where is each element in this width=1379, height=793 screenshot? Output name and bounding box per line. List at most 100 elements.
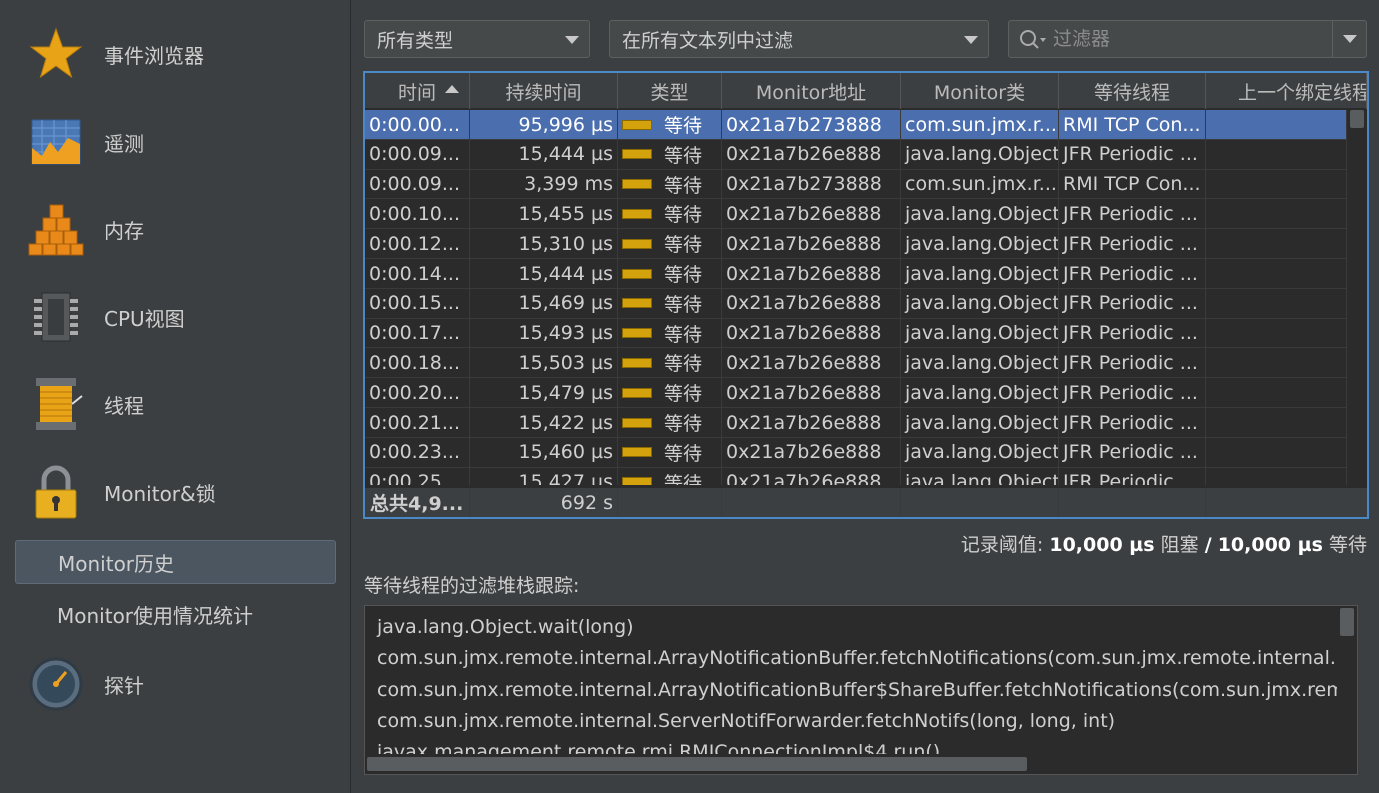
cell-prev bbox=[1206, 378, 1347, 408]
record-threshold: 记录阈值: 10,000 µs 阻塞 / 10,000 µs 等待 bbox=[961, 530, 1367, 557]
column-header-waiting-thread[interactable]: 等待线程 bbox=[1059, 73, 1206, 109]
cell-prev bbox=[1206, 408, 1347, 437]
cell-time: 0:00.23... bbox=[365, 437, 470, 467]
cell-duration: 15,455 µs bbox=[470, 199, 618, 229]
cell-time: 0:00.09... bbox=[365, 169, 470, 199]
nav-item-probes[interactable]: 探针 bbox=[0, 644, 351, 724]
type-color-bar bbox=[622, 238, 652, 249]
stack-trace-line[interactable]: java.lang.Object.wait(long) bbox=[377, 616, 634, 638]
table-row[interactable]: 0:00.14... 15,444 µs 等待 0x21a7b26e888 java.l… bbox=[365, 259, 1347, 289]
cell-thread: JFR Periodic ... bbox=[1059, 318, 1206, 348]
threshold-blocked-label: 阻塞 bbox=[1160, 534, 1199, 556]
cell-time: 0:00.10... bbox=[365, 199, 470, 229]
memory-blocks-icon bbox=[28, 201, 84, 257]
cell-prev bbox=[1206, 467, 1347, 485]
table-row[interactable]: 0:00.18... 15,503 µs 等待 0x21a7b26e888 java.l… bbox=[365, 348, 1347, 379]
sidebar: 事件浏览器 遥测 内存 CPU视图 线程 Monitor&锁 Monitor历史… bbox=[0, 0, 351, 793]
nav-item-label: 遥测 bbox=[104, 131, 144, 156]
column-header-monitor-address[interactable]: Monitor地址 bbox=[722, 73, 901, 109]
cell-time: 0:00.25... bbox=[365, 467, 470, 485]
search-input[interactable] bbox=[1053, 25, 1323, 53]
scrollbar-thumb[interactable] bbox=[367, 757, 1027, 771]
nav-item-telemetry[interactable]: 遥测 bbox=[0, 102, 351, 182]
search-icon bbox=[1019, 29, 1049, 51]
type-label: 等待 bbox=[664, 234, 703, 257]
nav-item-cpu[interactable]: CPU视图 bbox=[0, 277, 351, 357]
nav-item-threads[interactable]: 线程 bbox=[0, 364, 351, 444]
cell-address: 0x21a7b26e888 bbox=[722, 437, 901, 467]
stack-trace-line[interactable]: com.sun.jmx.remote.internal.ServerNotifF… bbox=[377, 710, 1115, 732]
type-filter-dropdown[interactable]: 所有类型 bbox=[364, 20, 590, 58]
cell-address: 0x21a7b273888 bbox=[722, 169, 901, 199]
table-row[interactable]: 0:00.09... 15,444 µs 等待 0x21a7b26e888 java.l… bbox=[365, 139, 1347, 170]
stack-trace-line[interactable]: com.sun.jmx.remote.internal.ArrayNotific… bbox=[377, 647, 1357, 669]
table-row[interactable]: 0:00.10... 15,455 µs 等待 0x21a7b26e888 java.l… bbox=[365, 199, 1347, 230]
chevron-down-icon bbox=[964, 36, 978, 44]
cell-cls: java.lang.Object bbox=[901, 437, 1059, 467]
cell-address: 0x21a7b26e888 bbox=[722, 288, 901, 318]
search-history-dropdown[interactable] bbox=[1332, 21, 1366, 57]
column-header-previous-owner[interactable]: 上一个绑定线程 bbox=[1206, 73, 1367, 109]
nav-item-monitors-locks[interactable]: Monitor&锁 bbox=[0, 452, 351, 532]
cell-address: 0x21a7b26e888 bbox=[722, 348, 901, 378]
text-filter-dropdown[interactable]: 在所有文本列中过滤 bbox=[609, 20, 989, 58]
cell-address: 0x21a7b26e888 bbox=[722, 318, 901, 348]
column-header-time[interactable]: 时间 bbox=[365, 73, 470, 109]
cell-time: 0:00.00... bbox=[365, 110, 470, 139]
cell-cls: java.lang.Object bbox=[901, 229, 1059, 259]
table-row[interactable]: 0:00.09... 3,399 ms 等待 0x21a7b273888 com.sun… bbox=[365, 169, 1347, 200]
star-icon bbox=[28, 26, 84, 82]
stack-trace-line[interactable]: com.sun.jmx.remote.internal.ArrayNotific… bbox=[377, 679, 1357, 701]
type-label: 等待 bbox=[664, 144, 703, 167]
type-label: 等待 bbox=[664, 174, 703, 197]
footer-duration: 692 s bbox=[470, 488, 618, 517]
scrollbar-thumb[interactable] bbox=[1350, 110, 1364, 128]
nav-item-memory[interactable]: 内存 bbox=[0, 189, 351, 269]
table-row[interactable]: 0:00.00... 95,996 µs 等待 0x21a7b273888 com.su… bbox=[365, 110, 1347, 140]
table-row[interactable]: 0:00.21... 15,422 µs 等待 0x21a7b26e888 java.l… bbox=[365, 408, 1347, 438]
nav-item-label: Monitor&锁 bbox=[104, 481, 216, 506]
type-filter-value: 所有类型 bbox=[377, 29, 454, 52]
column-header-type[interactable]: 类型 bbox=[618, 73, 722, 109]
sub-item-monitor-history[interactable]: Monitor历史 bbox=[15, 540, 336, 584]
sub-item-monitor-usage-stats[interactable]: Monitor使用情况统计 bbox=[15, 592, 336, 636]
nav-item-event-browser[interactable]: 事件浏览器 bbox=[0, 14, 351, 94]
type-label: 等待 bbox=[664, 204, 703, 227]
cell-thread: JFR Periodic ... bbox=[1059, 348, 1206, 378]
footer-cell bbox=[901, 488, 1059, 517]
lock-icon bbox=[28, 464, 84, 520]
table-row[interactable]: 0:00.17... 15,493 µs 等待 0x21a7b26e888 java.l… bbox=[365, 318, 1347, 349]
table-row[interactable]: 0:00.15... 15,469 µs 等待 0x21a7b26e888 java.l… bbox=[365, 288, 1347, 319]
cell-prev bbox=[1206, 318, 1347, 348]
stack-horizontal-scrollbar[interactable] bbox=[365, 754, 1339, 774]
cell-type: 等待 bbox=[618, 318, 722, 348]
cell-prev bbox=[1206, 348, 1347, 378]
cell-prev bbox=[1206, 169, 1347, 199]
telemetry-chart-icon bbox=[28, 114, 84, 170]
scrollbar-thumb[interactable] bbox=[1340, 608, 1354, 636]
cell-duration: 15,479 µs bbox=[470, 378, 618, 408]
table-row[interactable]: 0:00.20... 15,479 µs 等待 0x21a7b26e888 java.l… bbox=[365, 378, 1347, 408]
nav-item-label: 事件浏览器 bbox=[104, 43, 204, 68]
type-color-bar bbox=[622, 208, 652, 219]
cell-address: 0x21a7b26e888 bbox=[722, 139, 901, 169]
table-row[interactable]: 0:00.12... 15,310 µs 等待 0x21a7b26e888 java.l… bbox=[365, 229, 1347, 259]
cell-thread: JFR Periodic ... bbox=[1059, 467, 1206, 485]
column-header-monitor-class[interactable]: Monitor类 bbox=[901, 73, 1059, 109]
cell-duration: 15,422 µs bbox=[470, 408, 618, 437]
search-box[interactable] bbox=[1008, 20, 1367, 58]
table-vertical-scrollbar[interactable] bbox=[1347, 110, 1367, 485]
stack-vertical-scrollbar[interactable] bbox=[1337, 606, 1357, 754]
type-label: 等待 bbox=[664, 293, 703, 316]
cell-time: 0:00.20... bbox=[365, 378, 470, 408]
type-label: 等待 bbox=[664, 472, 703, 485]
cell-type: 等待 bbox=[618, 229, 722, 259]
footer-cell bbox=[618, 488, 722, 517]
table-row[interactable]: 0:00.25... 15,427 µs 等待 0x21a7b26e888 java.l… bbox=[365, 467, 1347, 485]
table-row[interactable]: 0:00.23... 15,460 µs 等待 0x21a7b26e888 java.l… bbox=[365, 437, 1347, 468]
chevron-down-icon bbox=[565, 36, 579, 44]
column-header-duration[interactable]: 持续时间 bbox=[470, 73, 618, 109]
cell-type: 等待 bbox=[618, 288, 722, 318]
cell-cls: java.lang.Object bbox=[901, 408, 1059, 437]
thread-spool-icon bbox=[28, 376, 84, 432]
